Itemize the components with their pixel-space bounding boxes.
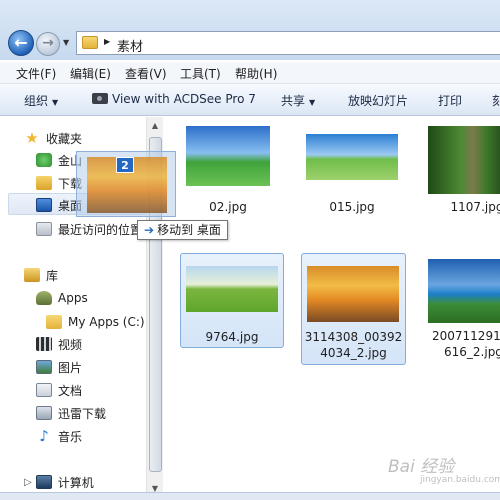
file-item[interactable]: 20071129127 616_2.jpg xyxy=(424,253,500,365)
burn-button[interactable]: 刻 xyxy=(492,92,500,109)
status-bar xyxy=(0,492,500,500)
drag-tooltip-text: 移动到 桌面 xyxy=(157,223,221,237)
menu-file[interactable]: 文件(F) xyxy=(16,65,56,82)
nav-computer[interactable]: ▷ 计算机 xyxy=(24,472,94,492)
file-name-line2: 4034_2.jpg xyxy=(320,346,387,360)
file-item-selected[interactable]: 3114308_00392 4034_2.jpg xyxy=(301,253,406,365)
address-field[interactable]: ▶ 素材 xyxy=(76,31,500,55)
nav-xunlei[interactable]: 迅雷下载 xyxy=(36,403,106,423)
file-name: 015.jpg xyxy=(329,200,375,214)
folder-icon xyxy=(82,36,98,49)
nav-label: My Apps (C:) xyxy=(68,315,145,329)
file-name-line1: 3114308_00392 xyxy=(304,330,403,344)
documents-icon xyxy=(36,383,52,397)
slideshow-button[interactable]: 放映幻灯片 xyxy=(348,92,408,109)
folder-icon xyxy=(46,315,62,329)
download-folder-icon xyxy=(36,176,52,190)
nav-label: 最近访问的位置 xyxy=(58,222,143,237)
recent-pages-dropdown[interactable]: ▼ xyxy=(63,38,69,47)
computer-icon xyxy=(35,475,52,489)
forward-button[interactable]: → xyxy=(36,32,60,56)
drag-count-badge: 2 xyxy=(116,157,134,173)
nav-music[interactable]: ♪ 音乐 xyxy=(36,426,82,446)
nav-label: 视频 xyxy=(58,337,83,352)
video-icon xyxy=(36,337,52,351)
print-button[interactable]: 打印 xyxy=(438,92,462,109)
file-thumbnail xyxy=(186,126,270,186)
drag-tooltip: ➔ 移动到 桌面 xyxy=(137,220,228,240)
menu-view[interactable]: 查看(V) xyxy=(125,65,167,82)
nav-label: 收藏夹 xyxy=(46,131,83,146)
nav-apps[interactable]: Apps xyxy=(36,288,88,308)
menu-tools[interactable]: 工具(T) xyxy=(180,65,221,82)
chevron-right-icon[interactable]: ▶ xyxy=(104,37,110,46)
file-name: 1107.jpg xyxy=(450,200,500,214)
nav-label: 图片 xyxy=(58,360,83,375)
music-note-icon: ♪ xyxy=(39,427,49,445)
nav-pictures[interactable]: 图片 xyxy=(36,357,82,377)
nav-favorites[interactable]: ★ 收藏夹 xyxy=(24,128,82,148)
address-bar-area: ← → ▼ ▶ 素材 xyxy=(0,0,500,60)
file-item[interactable]: 015.jpg xyxy=(302,122,402,214)
nav-label: 文档 xyxy=(58,383,83,398)
chevron-down-icon: ▼ xyxy=(309,98,316,107)
acdsee-button[interactable]: View with ACDSee Pro 7 xyxy=(92,92,256,106)
file-name-line1: 20071129127 xyxy=(432,329,500,343)
file-thumbnail xyxy=(306,134,398,180)
nav-video[interactable]: 视频 xyxy=(36,334,82,354)
file-name: 02.jpg xyxy=(209,200,247,214)
menu-help[interactable]: 帮助(H) xyxy=(235,65,277,82)
watermark: Bai 经验 xyxy=(388,457,455,477)
nav-label: 计算机 xyxy=(57,475,94,490)
scroll-up-arrow-icon[interactable]: ▲ xyxy=(147,117,163,134)
chevron-down-icon: ▼ xyxy=(52,98,59,107)
library-icon xyxy=(24,268,40,282)
nav-recent[interactable]: 最近访问的位置 xyxy=(36,219,142,239)
star-icon: ★ xyxy=(25,129,39,147)
watermark-url: jingyan.baidu.com xyxy=(420,475,500,485)
nav-documents[interactable]: 文档 xyxy=(36,380,82,400)
pictures-icon xyxy=(36,360,52,374)
file-item-selected[interactable]: 9764.jpg xyxy=(180,253,284,348)
desktop-icon xyxy=(36,198,52,212)
share-button[interactable]: 共享 ▼ xyxy=(281,92,315,109)
apps-icon xyxy=(36,291,52,305)
nav-label: 迅雷下载 xyxy=(58,406,107,421)
organize-button[interactable]: 组织 ▼ xyxy=(24,92,58,109)
file-thumbnail xyxy=(307,266,399,322)
nav-myapps[interactable]: My Apps (C:) xyxy=(46,312,145,332)
file-item[interactable]: 1107.jpg xyxy=(420,122,500,214)
camera-icon xyxy=(92,93,108,104)
recent-places-icon xyxy=(36,222,52,236)
menu-edit[interactable]: 编辑(E) xyxy=(70,65,111,82)
nav-label: Apps xyxy=(58,291,88,305)
file-thumbnail xyxy=(428,126,500,194)
back-button[interactable]: ← xyxy=(8,30,34,56)
nav-label: 库 xyxy=(46,268,59,283)
file-thumbnail xyxy=(428,259,500,323)
organize-label: 组织 xyxy=(24,94,49,108)
jinshan-icon xyxy=(36,153,52,167)
menu-bar: 文件(F) 编辑(E) 查看(V) 工具(T) 帮助(H) xyxy=(0,62,500,84)
file-name-line2: 616_2.jpg xyxy=(444,345,500,359)
share-label: 共享 xyxy=(281,94,306,108)
acdsee-label: View with ACDSee Pro 7 xyxy=(112,92,256,106)
xunlei-icon xyxy=(36,406,52,420)
expand-icon[interactable]: ▷ xyxy=(24,477,32,488)
file-name: 9764.jpg xyxy=(205,330,259,344)
arrow-right-icon: ➔ xyxy=(144,223,155,237)
file-item[interactable]: 02.jpg xyxy=(178,122,278,214)
file-thumbnail xyxy=(186,266,278,312)
command-bar: 组织 ▼ View with ACDSee Pro 7 共享 ▼ 放映幻灯片 打印 … xyxy=(0,84,500,116)
breadcrumb-current[interactable]: 素材 xyxy=(117,36,143,55)
nav-library[interactable]: 库 xyxy=(24,265,58,285)
nav-label: 音乐 xyxy=(58,429,83,444)
